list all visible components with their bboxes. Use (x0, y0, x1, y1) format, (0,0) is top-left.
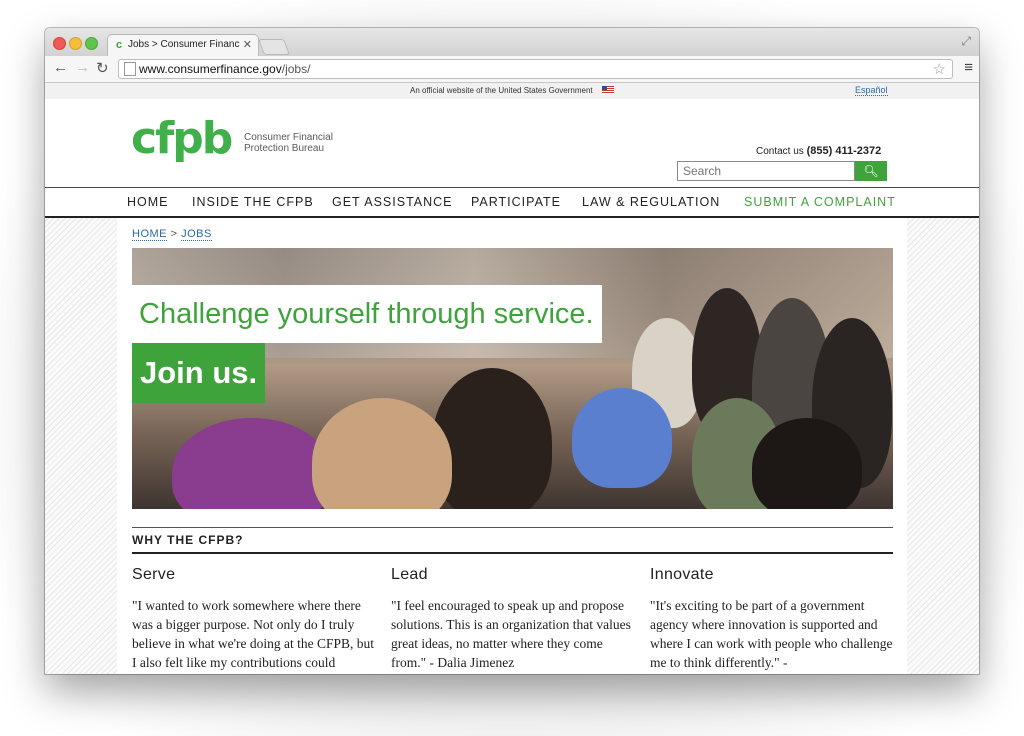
lead-quote: "I feel encouraged to speak up and propo… (391, 598, 631, 670)
breadcrumb-separator: > (170, 228, 178, 240)
gov-banner: An official website of the United States… (45, 83, 979, 99)
hero-headline: Challenge yourself through service. (132, 285, 602, 343)
hero-person (752, 418, 862, 509)
nav-item-home[interactable]: HOME (127, 195, 169, 209)
nav-item-get-assistance[interactable]: GET ASSISTANCE (332, 195, 453, 209)
reload-icon[interactable]: ↻ (96, 59, 109, 77)
main-content: HOME > JOBS Challenge yourself through s… (117, 218, 907, 674)
forward-arrow-icon[interactable]: → (75, 59, 90, 76)
innovate-heading: Innovate (650, 566, 714, 583)
url-path: /jobs/ (281, 62, 311, 76)
bookmark-star-icon[interactable]: ☆ (933, 60, 946, 78)
address-bar[interactable]: www.consumerfinance.gov/jobs/ ☆ (118, 59, 953, 79)
innovate-quote: "It's exciting to be part of a governmen… (650, 598, 893, 670)
url-domain: www.consumerfinance.gov (139, 62, 282, 76)
breadcrumb: HOME > JOBS (132, 228, 212, 241)
new-tab-button[interactable] (258, 39, 290, 55)
minimize-window-button[interactable] (69, 37, 82, 50)
gov-banner-text: An official website of the United States… (410, 86, 593, 95)
web-page: An official website of the United States… (45, 83, 979, 674)
serve-quote: "I wanted to work somewhere where there … (132, 598, 375, 670)
serve-heading: Serve (132, 566, 176, 583)
tab-bar: c Jobs > Consumer Financia ✕ ⤢ (45, 28, 979, 57)
hero-join-us: Join us. (132, 343, 266, 403)
nav-item-participate[interactable]: PARTICIPATE (471, 195, 561, 209)
search-button[interactable]: 🔍︎ (855, 161, 887, 181)
nav-item-submit-a-complaint[interactable]: SUBMIT A COMPLAINT (744, 195, 896, 209)
search-icon: 🔍︎ (863, 164, 879, 178)
back-arrow-icon[interactable]: ← (53, 59, 68, 76)
nav-item-inside-the-cfpb[interactable]: INSIDE THE CFPB (192, 195, 314, 209)
logo-mark: cfpb (131, 113, 233, 164)
page-icon (124, 62, 136, 76)
site-header: cfpb Consumer Financial Protection Burea… (45, 99, 979, 187)
main-navigation: HOME INSIDE THE CFPB GET ASSISTANCE PART… (45, 187, 979, 219)
logo-subtitle-line-1: Consumer Financial (244, 132, 333, 143)
logo-subtitle-line-2: Protection Bureau (244, 143, 325, 154)
contact-label: Contact us (756, 146, 804, 157)
logo-subtitle: Consumer Financial Protection Bureau (244, 132, 354, 154)
hero-person (572, 388, 672, 488)
zoom-window-button[interactable] (85, 37, 98, 50)
cfpb-logo[interactable]: cfpb Consumer Financial Protection Burea… (131, 113, 333, 164)
hero-banner-photo: Challenge yourself through service. Join… (132, 248, 893, 509)
innovate-column: Innovate "It's exciting to be part of a … (650, 566, 895, 672)
fullscreen-icon[interactable]: ⤢ (961, 34, 971, 49)
serve-column: Serve "I wanted to work somewhere where … (132, 566, 377, 672)
us-flag-icon (602, 86, 614, 94)
why-title: WHY THE CFPB? (132, 533, 244, 547)
contact-phone[interactable]: (855) 411-2372 (807, 145, 882, 157)
browser-tab[interactable]: c Jobs > Consumer Financia ✕ (107, 34, 259, 57)
browser-toolbar: ← → ↻ www.consumerfinance.gov/jobs/ ☆ ≡ (45, 56, 979, 83)
hero-person (172, 418, 332, 509)
espanol-link[interactable]: Español (855, 85, 888, 96)
close-window-button[interactable] (53, 37, 66, 50)
tab-title: Jobs > Consumer Financia (128, 39, 240, 50)
hamburger-menu-icon[interactable]: ≡ (964, 59, 973, 76)
search-input[interactable] (677, 161, 855, 181)
breadcrumb-jobs-link[interactable]: JOBS (181, 228, 212, 241)
cfpb-favicon-icon: c (116, 39, 123, 51)
hero-person (312, 398, 452, 509)
close-icon[interactable]: ✕ (243, 38, 252, 51)
lead-heading: Lead (391, 566, 428, 583)
contact-info: Contact us (855) 411-2372 (756, 145, 881, 157)
nav-item-law-regulation[interactable]: LAW & REGULATION (582, 195, 720, 209)
breadcrumb-home-link[interactable]: HOME (132, 228, 167, 241)
url-text[interactable]: www.consumerfinance.gov/jobs/ (139, 62, 310, 76)
why-section-header: WHY THE CFPB? (132, 527, 893, 554)
browser-window: c Jobs > Consumer Financia ✕ ⤢ ← → ↻ www… (45, 28, 979, 674)
lead-column: Lead "I feel encouraged to speak up and … (391, 566, 636, 672)
